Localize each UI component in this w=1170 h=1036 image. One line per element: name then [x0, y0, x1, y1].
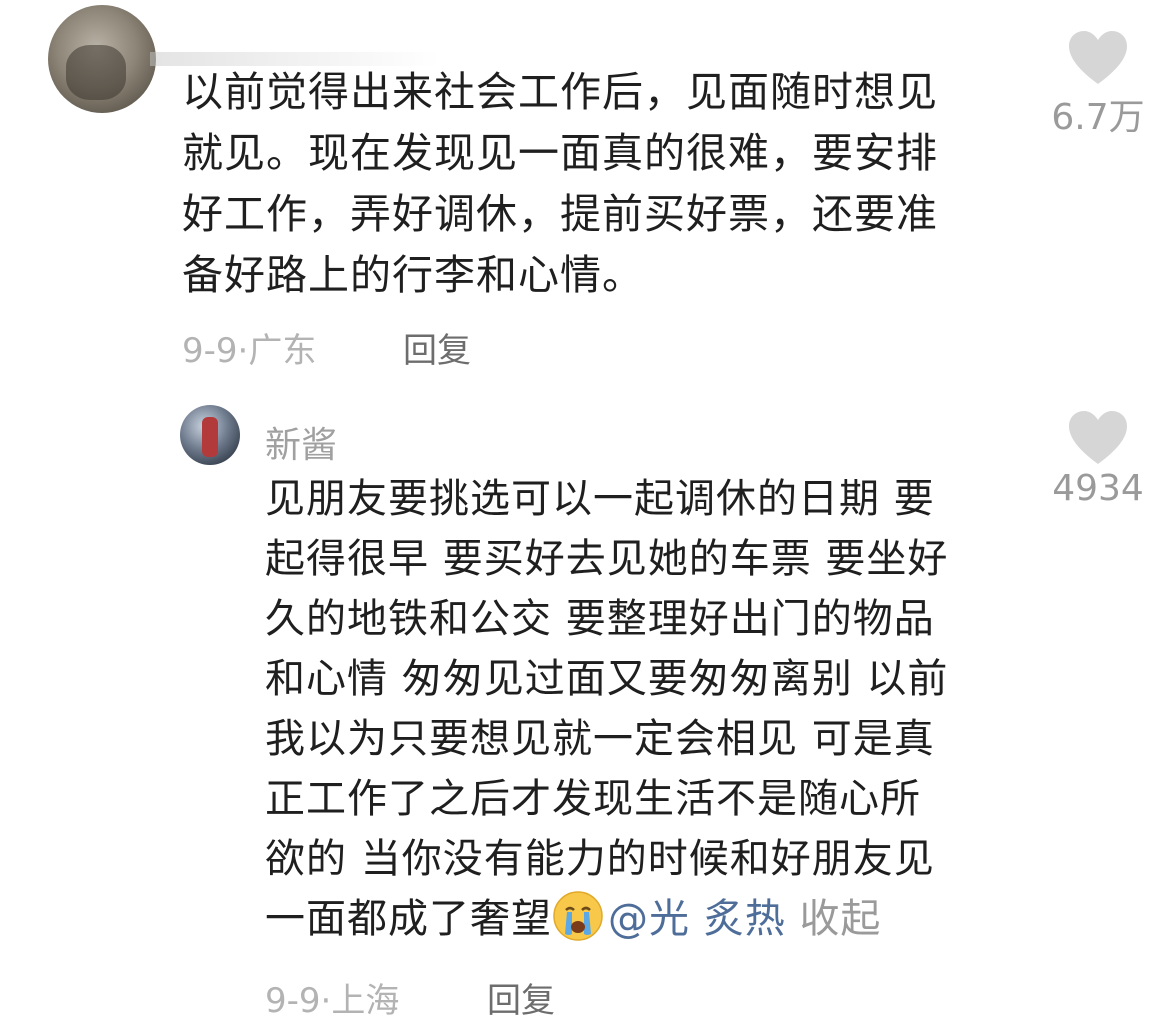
user-mention-link[interactable]: @光 炙热: [608, 896, 786, 942]
comment-date: 9-9: [182, 331, 238, 371]
like-button[interactable]: 6.7万: [1043, 30, 1153, 140]
comment-text: 以前觉得出来社会工作后，见面随时想见 就见。现在发现见一面真的很难，要安排 好工…: [182, 62, 1012, 306]
meta-dot: ·: [237, 331, 249, 371]
like-count: 4934: [1052, 468, 1144, 509]
comment-meta: 9-9·上海: [265, 973, 399, 1022]
avatar-image: [66, 45, 126, 100]
avatar-image: [202, 417, 218, 457]
user-avatar[interactable]: [48, 5, 156, 113]
reply-button[interactable]: 回复: [403, 323, 471, 372]
comment-line: 备好路上的行李和心情。: [182, 251, 644, 299]
comment-meta: 9-9·广东: [182, 323, 316, 372]
comment-line: 以前觉得出来社会工作后，见面随时想见: [182, 68, 938, 116]
heart-icon: [1069, 31, 1127, 84]
comment-date: 9-9: [265, 981, 321, 1021]
comment-line: 和心情 匆匆见过面又要匆匆离别 以前: [265, 656, 949, 702]
comment-line: 正工作了之后才发现生活不是随心所: [265, 776, 921, 822]
meta-dot: ·: [320, 981, 332, 1021]
comment-line: 起得很早 要买好去见她的车票 要坐好: [265, 536, 949, 582]
reply-button[interactable]: 回复: [487, 973, 555, 1022]
comment-line: 见朋友要挑选可以一起调休的日期 要: [265, 476, 935, 522]
comment-text: 见朋友要挑选可以一起调休的日期 要 起得很早 要买好去见她的车票 要坐好 久的地…: [265, 469, 1025, 949]
comment-line: 就见。现在发现见一面真的很难，要安排: [182, 129, 938, 177]
collapse-button[interactable]: 收起: [799, 896, 881, 942]
heart-icon: [1069, 411, 1127, 464]
comment-line: 一面都成了奢望: [265, 896, 552, 942]
like-button[interactable]: 4934: [1043, 410, 1153, 509]
like-count: 6.7万: [1051, 97, 1145, 138]
user-avatar[interactable]: [180, 405, 240, 465]
comment-line: 久的地铁和公交 要整理好出门的物品: [265, 596, 935, 642]
comment-line: 好工作，弄好调休，提前买好票，还要准: [182, 190, 938, 238]
comment-location: 广东: [248, 331, 317, 371]
comment-line-last: 一面都成了奢望 @光 炙热 收起: [265, 889, 1025, 949]
comment-line: 欲的 当你没有能力的时候和好朋友见: [265, 836, 935, 882]
comment-line: 我以为只要想见就一定会相见 可是真: [265, 716, 935, 762]
comment-location: 上海: [331, 981, 400, 1021]
username[interactable]: 新酱: [265, 416, 337, 468]
crying-face-icon: [553, 891, 603, 941]
